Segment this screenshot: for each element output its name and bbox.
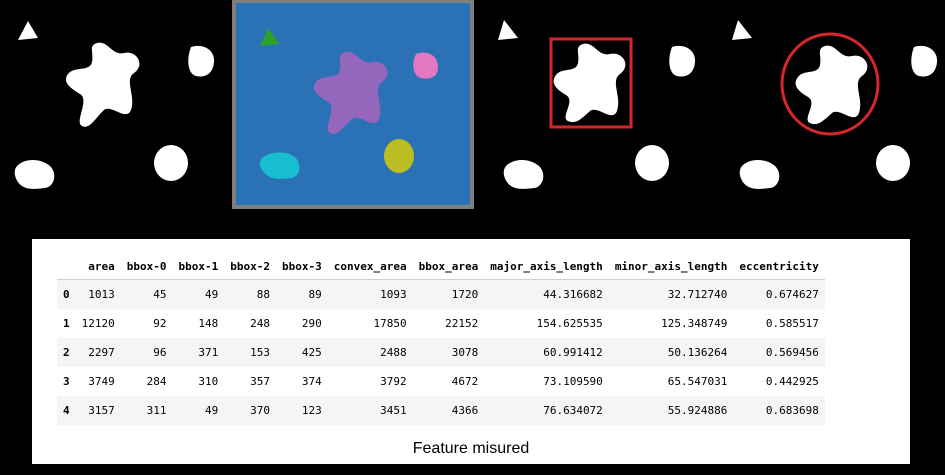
header-bbox-1: bbox-1 xyxy=(178,259,219,273)
mask-blob xyxy=(503,159,544,189)
mask-square xyxy=(669,45,696,77)
cell-convex-area: 17850 xyxy=(373,317,407,330)
mask-blob xyxy=(14,159,55,189)
feature-table-card: area bbox-0 bbox-1 bbox-2 bbox-3 convex_… xyxy=(32,239,910,464)
row-index: 4 xyxy=(63,404,70,417)
cell-area: 3157 xyxy=(88,404,115,417)
table-header-row: area bbox-0 bbox-1 bbox-2 bbox-3 convex_… xyxy=(57,253,825,280)
row-index: 2 xyxy=(63,346,70,359)
cell-major-axis-length: 44.316682 xyxy=(543,288,603,301)
mask-triangle xyxy=(732,20,752,40)
row-index: 1 xyxy=(63,317,70,330)
cell-bbox-1: 371 xyxy=(198,346,219,359)
header-bbox-2: bbox-2 xyxy=(230,259,270,273)
cell-bbox-2: 153 xyxy=(250,346,270,359)
cell-major-axis-length: 154.625535 xyxy=(536,317,603,330)
mask-circle xyxy=(154,145,188,181)
cell-bbox-1: 49 xyxy=(205,404,219,417)
cell-bbox-area: 3078 xyxy=(451,346,479,359)
cell-bbox-area: 4672 xyxy=(451,375,479,388)
cell-area: 12120 xyxy=(81,317,115,330)
cell-bbox-area: 1720 xyxy=(451,288,479,301)
cell-bbox-area: 4366 xyxy=(451,404,479,417)
cell-minor-axis-length: 50.136264 xyxy=(667,346,728,359)
cell-bbox-3: 290 xyxy=(301,317,322,330)
binary-mask-image xyxy=(0,0,230,210)
cell-bbox-3: 123 xyxy=(301,404,322,417)
cell-area: 2297 xyxy=(88,346,115,359)
cell-minor-axis-length: 32.712740 xyxy=(667,288,728,301)
cell-bbox-0: 96 xyxy=(153,346,167,359)
header-index xyxy=(57,253,76,280)
row-index: 3 xyxy=(63,375,70,388)
mask-square xyxy=(911,45,938,77)
mask-star xyxy=(65,42,140,127)
cell-bbox-2: 88 xyxy=(256,288,270,301)
label-circle xyxy=(384,139,414,173)
header-eccentricity: eccentricity xyxy=(739,259,819,273)
header-bbox-area: bbox_area xyxy=(418,259,479,273)
cell-eccentricity: 0.569456 xyxy=(765,346,819,359)
mask-star xyxy=(795,45,868,125)
cell-bbox-0: 284 xyxy=(146,375,167,388)
cell-bbox-3: 89 xyxy=(308,288,322,301)
cell-area: 1013 xyxy=(88,288,115,301)
mask-circle xyxy=(635,145,669,181)
mask-circle xyxy=(876,145,910,181)
cell-bbox-2: 357 xyxy=(250,375,270,388)
table-row: 4 3157 311 49 370 123 3451 4366 76.63407… xyxy=(57,396,825,425)
header-bbox-0: bbox-0 xyxy=(126,259,167,273)
cell-bbox-1: 310 xyxy=(198,375,219,388)
header-convex-area: convex_area xyxy=(333,259,407,273)
row-index: 0 xyxy=(63,288,70,301)
table-row: 1 12120 92 148 248 290 17850 22152 154.6… xyxy=(57,309,825,338)
cell-convex-area: 3451 xyxy=(380,404,407,417)
cell-major-axis-length: 73.109590 xyxy=(543,375,603,388)
cell-bbox-1: 49 xyxy=(205,288,219,301)
cell-area: 3749 xyxy=(88,375,115,388)
cell-eccentricity: 0.585517 xyxy=(765,317,819,330)
mask-star xyxy=(553,43,626,123)
table-row: 3 3749 284 310 357 374 3792 4672 73.1095… xyxy=(57,367,825,396)
cell-major-axis-length: 76.634072 xyxy=(543,404,603,417)
cell-eccentricity: 0.683698 xyxy=(765,404,819,417)
cell-bbox-1: 148 xyxy=(198,317,219,330)
mask-blob xyxy=(739,159,780,189)
cell-bbox-3: 374 xyxy=(301,375,322,388)
cell-minor-axis-length: 55.924886 xyxy=(667,404,728,417)
header-area: area xyxy=(88,259,115,273)
cell-convex-area: 1093 xyxy=(380,288,407,301)
cell-bbox-2: 248 xyxy=(250,317,270,330)
region-properties-table: area bbox-0 bbox-1 bbox-2 bbox-3 convex_… xyxy=(57,253,825,425)
table-row: 0 1013 45 49 88 89 1093 1720 44.316682 3… xyxy=(57,279,825,309)
mask-triangle xyxy=(498,20,518,40)
mask-square xyxy=(188,45,215,77)
cell-bbox-2: 370 xyxy=(250,404,270,417)
header-minor-axis-length: minor_axis_length xyxy=(614,259,728,273)
cell-bbox-3: 425 xyxy=(301,346,322,359)
cell-convex-area: 3792 xyxy=(380,375,407,388)
header-bbox-3: bbox-3 xyxy=(282,259,322,273)
cell-minor-axis-length: 65.547031 xyxy=(667,375,728,388)
cell-convex-area: 2488 xyxy=(380,346,407,359)
cell-major-axis-length: 60.991412 xyxy=(543,346,603,359)
header-major-axis-length: major_axis_length xyxy=(490,259,603,273)
labeled-regions-image xyxy=(232,0,474,210)
mask-triangle xyxy=(18,21,38,40)
cell-bbox-0: 92 xyxy=(153,317,167,330)
cell-bbox-0: 311 xyxy=(146,404,167,417)
table-row: 2 2297 96 371 153 425 2488 3078 60.99141… xyxy=(57,338,825,367)
cell-bbox-0: 45 xyxy=(153,288,167,301)
cell-minor-axis-length: 125.348749 xyxy=(661,317,728,330)
cell-bbox-area: 22152 xyxy=(445,317,479,330)
cell-eccentricity: 0.674627 xyxy=(765,288,819,301)
bounding-box-image xyxy=(496,0,724,210)
fitted-ellipse-image xyxy=(726,0,945,210)
cell-eccentricity: 0.442925 xyxy=(765,375,819,388)
figure-caption: Feature misured xyxy=(412,440,530,457)
